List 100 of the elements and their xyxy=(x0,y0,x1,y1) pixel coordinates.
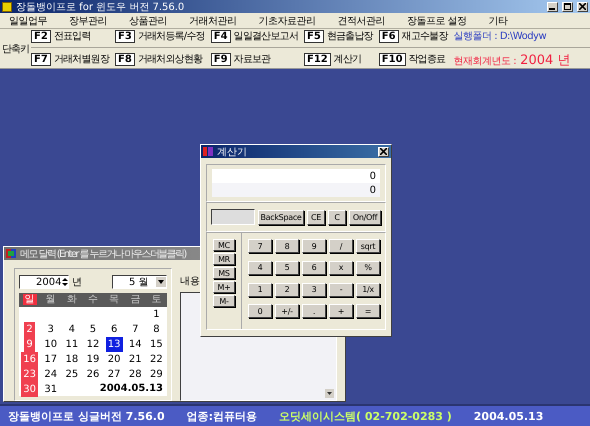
calculator-button[interactable]: CE xyxy=(307,210,325,224)
menu-item[interactable]: 견적서관리 xyxy=(336,14,386,28)
spinner-icon[interactable] xyxy=(61,277,68,287)
calendar-day[interactable]: 14 xyxy=(126,337,144,352)
calendar-day[interactable]: 5 xyxy=(88,322,98,337)
memory-button[interactable]: M+ xyxy=(213,281,235,293)
menu-item[interactable]: 거래처관리 xyxy=(188,14,238,28)
calculator-key[interactable]: 1 xyxy=(248,282,272,296)
calendar-day[interactable]: 26 xyxy=(84,367,102,382)
calendar-day[interactable]: 13 xyxy=(106,337,122,352)
calendar-day[interactable]: 31 xyxy=(42,382,60,397)
calendar-day[interactable]: 15 xyxy=(148,337,165,352)
calendar-day[interactable]: 9 xyxy=(24,337,35,352)
calendar-day[interactable]: 16 xyxy=(21,352,38,367)
calendar-day[interactable]: 24 xyxy=(42,367,60,382)
calculator-key[interactable]: 3 xyxy=(302,282,326,296)
shortcut-button[interactable]: F12 계산기 xyxy=(304,52,373,67)
calculator-app-icon xyxy=(203,147,213,156)
weekday-label: 금 xyxy=(124,293,146,307)
scroll-down-icon[interactable] xyxy=(325,389,334,398)
status-text: 장돌뱅이프로 싱글버전 7.56.0 xyxy=(8,408,165,424)
calendar-day[interactable]: 3 xyxy=(46,322,56,337)
calculator-key[interactable]: 9 xyxy=(302,239,326,253)
calculator-key[interactable]: . xyxy=(302,304,326,318)
menu-item[interactable]: 상품관리 xyxy=(128,14,168,28)
weekday-label: 목 xyxy=(104,293,125,307)
menu-item[interactable]: 기초자료관리 xyxy=(258,14,316,28)
shortcut-button[interactable]: F3 거래처등록/수정 xyxy=(115,28,205,44)
calendar-day[interactable]: 7 xyxy=(130,322,140,337)
calendar-day[interactable]: 29 xyxy=(148,367,165,382)
dropdown-arrow-icon[interactable] xyxy=(156,277,166,287)
memory-button[interactable]: MS xyxy=(213,267,235,279)
calculator-key[interactable]: + xyxy=(329,304,353,318)
memo-title: 메모 달력 (Enter 를 누르거나 마우스더블클릭) xyxy=(20,248,186,260)
calculator-key[interactable]: % xyxy=(356,260,380,275)
calculator-button[interactable]: On/Off xyxy=(349,210,381,224)
fiscal-year-label: 현재회계년도 : xyxy=(454,56,516,66)
shortcut-button[interactable]: F10 작업종료 xyxy=(378,52,448,67)
weekday-label: 일 xyxy=(19,293,40,307)
calculator-key[interactable]: +/- xyxy=(275,304,299,318)
calculator-key[interactable]: 8 xyxy=(275,239,299,253)
shortcut-button[interactable]: F8 거래처외상현황 xyxy=(115,52,205,67)
calculator-key[interactable]: 4 xyxy=(248,260,272,275)
status-text: 업종:컴퓨터용 xyxy=(186,408,258,424)
menu-item[interactable]: 일일업무 xyxy=(8,14,48,28)
shortcut-button[interactable]: F5 현금출납장 xyxy=(304,28,373,44)
calendar-day[interactable]: 8 xyxy=(151,322,162,337)
minimize-icon[interactable] xyxy=(547,2,558,12)
shortcut-button[interactable]: F2 전표입력 xyxy=(31,28,109,44)
calculator-key[interactable]: 2 xyxy=(275,282,299,296)
calendar-day[interactable]: 12 xyxy=(84,337,102,352)
memory-button[interactable]: MR xyxy=(213,253,235,265)
app-icon xyxy=(2,2,12,12)
shortcut-label: 단축키 xyxy=(1,42,30,56)
calendar-app-icon xyxy=(6,249,16,258)
menu-item[interactable]: 장부관리 xyxy=(68,14,108,28)
calculator-key[interactable]: - xyxy=(329,282,353,296)
calendar-day[interactable]: 21 xyxy=(126,352,144,367)
close-icon[interactable] xyxy=(577,2,588,12)
memory-button[interactable]: M- xyxy=(213,295,235,307)
month-dropdown[interactable]: 5 월 xyxy=(112,275,167,289)
calculator-key[interactable]: / xyxy=(329,239,353,253)
calculator-key[interactable]: = xyxy=(356,304,380,318)
calendar-day[interactable]: 6 xyxy=(108,322,120,337)
memory-button[interactable]: MC xyxy=(213,239,235,251)
calendar-day[interactable]: 4 xyxy=(66,322,78,337)
calculator-key[interactable]: sqrt xyxy=(356,239,380,253)
calendar-day[interactable]: 20 xyxy=(106,352,122,367)
calendar-day[interactable]: 23 xyxy=(21,367,38,382)
calendar-day[interactable]: 18 xyxy=(63,352,80,367)
calculator-button[interactable]: C xyxy=(328,210,346,224)
shortcut-button[interactable]: F6 재고수불장 xyxy=(378,28,448,44)
calculator-key[interactable]: 5 xyxy=(275,260,299,275)
calculator-key[interactable]: x xyxy=(329,260,353,275)
calendar-day[interactable]: 27 xyxy=(106,367,122,382)
calendar-day[interactable]: 1 xyxy=(151,307,162,322)
shortcut-button[interactable]: F4 일일결산보고서 xyxy=(210,28,298,44)
calendar-day[interactable]: 17 xyxy=(42,352,60,367)
calendar-day[interactable]: 22 xyxy=(148,352,165,367)
shortcut-button[interactable]: F7 거래처별원장 xyxy=(31,52,109,67)
calculator-key[interactable]: 1/x xyxy=(356,282,380,296)
calendar-day[interactable]: 28 xyxy=(126,367,144,382)
shortcut-button[interactable]: F9 자료보관 xyxy=(210,52,298,67)
calendar-day[interactable]: 19 xyxy=(84,352,102,367)
weekday-label: 수 xyxy=(82,293,104,307)
menu-item[interactable]: 장돌프로 설정 xyxy=(406,14,468,28)
calendar-day[interactable]: 30 xyxy=(21,382,38,397)
maximize-icon[interactable] xyxy=(562,2,573,12)
year-field[interactable]: 2004 xyxy=(19,275,69,289)
calculator-button[interactable]: BackSpace xyxy=(258,210,304,224)
calendar-day[interactable]: 10 xyxy=(42,337,60,352)
calendar-day[interactable]: 25 xyxy=(63,367,80,382)
calendar-day[interactable]: 11 xyxy=(63,337,80,352)
close-icon[interactable] xyxy=(378,146,389,156)
menu-item[interactable]: 기타 xyxy=(488,14,509,28)
calculator-key[interactable]: 7 xyxy=(248,239,272,253)
calendar-day[interactable]: 2 xyxy=(24,322,35,337)
calculator-key[interactable]: 0 xyxy=(248,304,272,318)
calculator-key[interactable]: 6 xyxy=(302,260,326,275)
calculator-title: 계산기 xyxy=(217,146,247,158)
